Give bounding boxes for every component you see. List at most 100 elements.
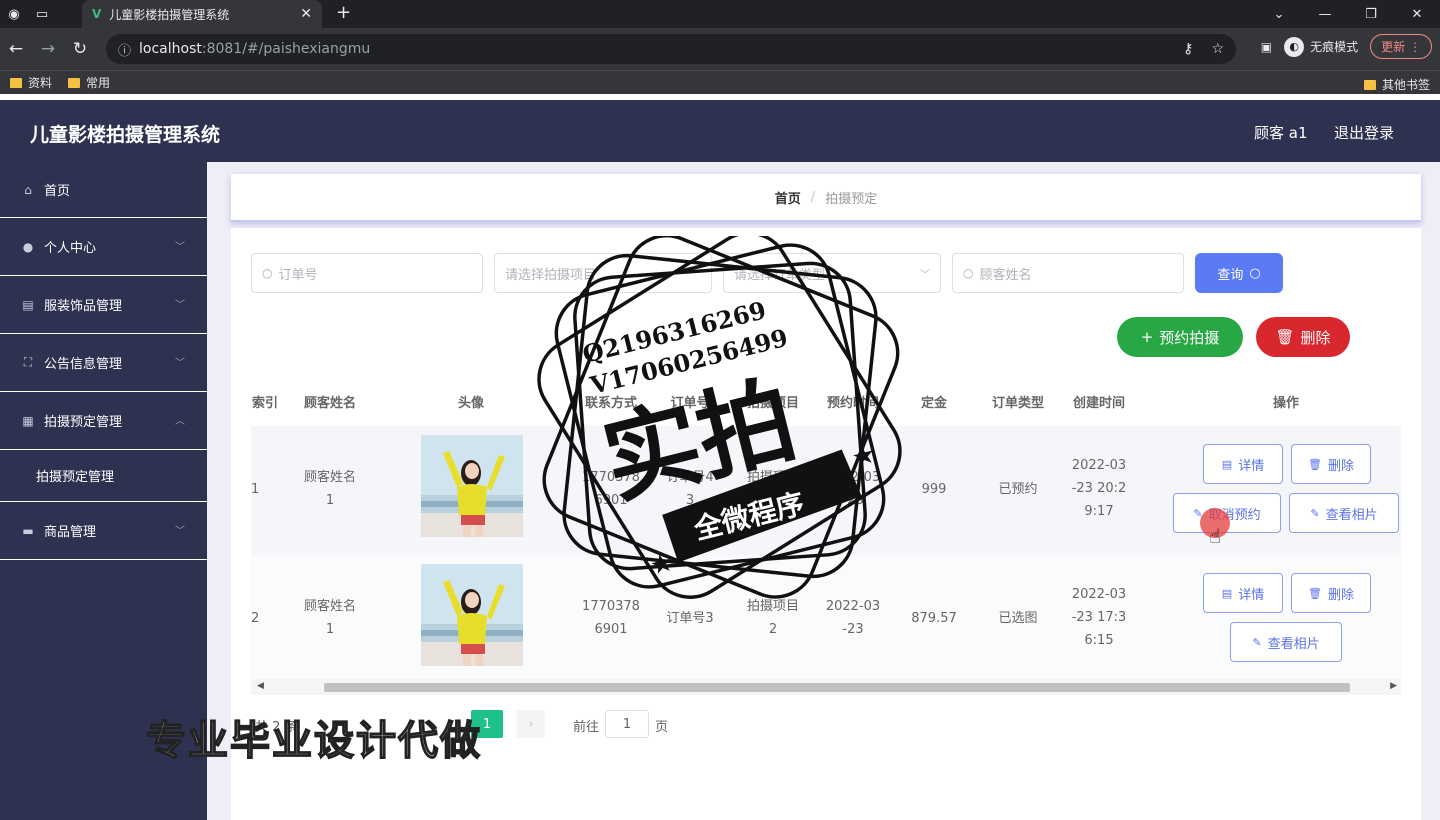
scrollbar-thumb[interactable] — [324, 683, 1350, 692]
detail-button[interactable]: ▤ 详情 — [1203, 573, 1283, 613]
created-line3: 9:17 — [1084, 504, 1114, 519]
forward-icon[interactable]: → — [32, 39, 64, 59]
bookmark-label: 常用 — [86, 76, 111, 90]
cell-phone: 1770378 6901 — [571, 466, 651, 512]
table-row: 1 顾客姓名 1 1770378 6901 订单号4 3 拍摄项目 1 2022… — [251, 426, 1401, 555]
star-icon[interactable]: ☆ — [1211, 41, 1224, 57]
document-icon: ▤ — [22, 297, 34, 312]
order-no-input[interactable]: ○ 订单号 — [251, 253, 483, 293]
book-shoot-button[interactable]: + 预约拍摄 — [1117, 317, 1243, 357]
trash-icon: 🗑 — [1308, 586, 1322, 600]
delete-label: 删除 — [1300, 328, 1331, 347]
row-delete-label: 删除 — [1327, 587, 1354, 603]
bookmark-folder-changyong[interactable]: 常用 — [68, 74, 110, 91]
sidebar-toggle-icon[interactable]: ▣ — [1261, 40, 1272, 54]
phone-line2: 6901 — [594, 622, 628, 637]
cell-deposit: 999 — [921, 482, 947, 497]
view-photos-button[interactable]: ✎ 查看相片 — [1289, 493, 1399, 533]
col-deposit: 定金 — [920, 396, 947, 411]
browser-tab[interactable]: V 儿童影楼拍摄管理系统 ✕ — [82, 0, 322, 28]
cell-index: 1 — [251, 482, 260, 497]
info-icon[interactable]: ⓘ — [118, 40, 131, 59]
logout-link[interactable]: 退出登录 — [1334, 122, 1394, 143]
sidebar-item-personal[interactable]: ● 个人中心 ﹀ — [0, 218, 207, 276]
sidebar-item-clothing[interactable]: ▤ 服装饰品管理 ﹀ — [0, 276, 207, 334]
cell-project: 拍摄项目 2 — [735, 595, 811, 641]
batch-delete-button[interactable]: 🗑 删除 — [1256, 317, 1350, 357]
back-icon[interactable]: ← — [0, 39, 32, 59]
plus-icon: + — [1140, 328, 1154, 346]
scroll-left-icon[interactable]: ◀ — [257, 681, 264, 691]
sidebar-item-home[interactable]: ⌂ 首页 — [0, 162, 207, 218]
folder-icon — [1363, 79, 1376, 90]
breadcrumb-home[interactable]: 首页 — [775, 188, 801, 207]
sidebar-item-notice[interactable]: ⛶ 公告信息管理 ﹀ — [0, 334, 207, 392]
hand-cursor-icon: ☝ — [1209, 524, 1222, 548]
project-line2: 2 — [768, 622, 778, 637]
sidebar-item-label: 首页 — [44, 184, 71, 199]
phone-line1: 1770378 — [582, 599, 640, 614]
tab-overview-icon[interactable]: ▭ — [28, 0, 56, 28]
row-delete-button[interactable]: 🗑 删除 — [1291, 444, 1371, 484]
detail-button[interactable]: ▤ 详情 — [1203, 444, 1283, 484]
col-index: 索引 — [251, 396, 278, 411]
sidebar-item-label: 拍摄预定管理 — [44, 415, 123, 430]
sidebar-item-label: 商品管理 — [44, 525, 97, 540]
vue-logo-icon: V — [92, 7, 102, 21]
view-photos-button[interactable]: ✎ 查看相片 — [1230, 622, 1342, 662]
bookmark-folder-ziliao[interactable]: 资料 — [10, 74, 52, 91]
created-line2: -23 20:2 — [1071, 481, 1127, 496]
customer-line1: 顾客姓名 — [303, 599, 356, 614]
row-delete-button[interactable]: 🗑 删除 — [1291, 573, 1371, 613]
customer-name-input[interactable]: ○ 顾客姓名 — [952, 253, 1184, 293]
order-type-placeholder: 请选择订单类型 — [734, 267, 826, 283]
incognito-icon: ◐ — [1284, 36, 1305, 57]
key-icon[interactable]: ⚷ — [1183, 41, 1193, 57]
reload-icon[interactable]: ↻ — [64, 39, 96, 59]
chevron-down-icon: ﹀ — [175, 526, 185, 537]
order-type-select[interactable]: 请选择订单类型 ﹀ — [723, 253, 941, 293]
user-icon: ● — [22, 239, 34, 254]
created-line3: 6:15 — [1084, 633, 1114, 648]
project-select[interactable]: 请选择拍摄项目 — [494, 253, 712, 293]
query-button[interactable]: 查询 ○ — [1195, 253, 1283, 293]
grid-icon: ▦ — [22, 413, 34, 428]
submenu-booking-manage[interactable]: 拍摄预定管理 — [0, 450, 207, 502]
chevron-down-icon[interactable]: ⌄ — [1256, 0, 1302, 28]
table-scrollbar[interactable]: ◀ ▶ — [251, 679, 1401, 695]
incognito-indicator[interactable]: ◐ 无痕模式 — [1284, 36, 1358, 57]
detail-label: 详情 — [1238, 458, 1265, 474]
minimize-icon[interactable]: — — [1302, 0, 1348, 28]
project-line2: 1 — [768, 493, 778, 508]
edit-icon: ✎ — [1252, 635, 1262, 649]
next-page-button[interactable]: › — [517, 710, 545, 738]
url-input[interactable]: ⓘ localhost :8081/#/paishexiangmu ⚷ ☆ — [106, 34, 1236, 64]
chevron-right-icon: › — [528, 716, 534, 732]
sidebar-item-goods[interactable]: ▬ 商品管理 ﹀ — [0, 502, 207, 560]
folder-icon — [10, 77, 22, 88]
order-line1: 订单号4 — [666, 470, 714, 485]
new-tab-icon[interactable]: + — [336, 2, 351, 23]
detail-label: 详情 — [1238, 587, 1265, 603]
sidebar-item-booking[interactable]: ▦ 拍摄预定管理 ︿ — [0, 392, 207, 450]
customer-line1: 顾客姓名 — [303, 470, 356, 485]
sidebar-item-label: 公告信息管理 — [44, 357, 123, 372]
other-bookmarks[interactable]: 其他书签 — [1363, 76, 1430, 93]
created-line1: 2022-03 — [1071, 458, 1127, 473]
customer-name-placeholder: 顾客姓名 — [979, 267, 1032, 283]
goto-page-input[interactable]: 1 — [605, 710, 649, 738]
app-title: 儿童影楼拍摄管理系统 — [30, 124, 221, 146]
current-user[interactable]: 顾客 a1 — [1254, 122, 1308, 143]
cell-order-type: 已预约 — [998, 482, 1038, 497]
address-bar: ← → ↻ ⓘ localhost :8081/#/paishexiangmu … — [0, 28, 1440, 70]
sidebar-item-label: 服装饰品管理 — [44, 299, 123, 314]
close-icon[interactable]: ✕ — [300, 6, 312, 22]
booking-line1: 2022-03 — [825, 470, 881, 485]
update-button[interactable]: 更新 ⋮ — [1370, 34, 1432, 59]
restore-icon[interactable]: ❐ — [1348, 0, 1394, 28]
globe-icon[interactable]: ◉ — [0, 0, 28, 28]
chevron-up-icon: ︿ — [175, 416, 185, 427]
scroll-right-icon[interactable]: ▶ — [1390, 681, 1397, 691]
col-order-no: 订单号 — [670, 396, 710, 411]
window-close-icon[interactable]: ✕ — [1394, 0, 1440, 28]
